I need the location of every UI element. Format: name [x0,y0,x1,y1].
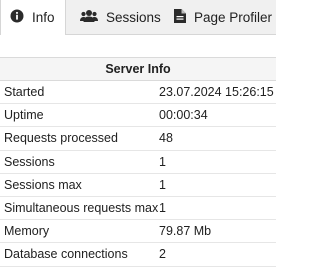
row-value: 1 [159,154,166,169]
row-label: Uptime [4,108,44,123]
table-row: Requests processed 48 [0,127,276,151]
table-row: Simultaneous requests max 1 [0,197,276,221]
table-row: Memory 79.87 Mb [0,220,276,244]
file-icon [174,8,186,26]
row-value: 00:00:34 [159,108,208,123]
tab-info[interactable]: Info [0,0,66,35]
row-label: Database connections [4,247,128,262]
users-icon [80,9,98,26]
row-label: Started [4,85,45,99]
table-row: Started 23.07.2024 15:26:15 [0,81,276,105]
row-value: 1 [159,200,166,215]
row-value: 23.07.2024 15:26:15 [159,85,274,99]
server-info-table: Started 23.07.2024 15:26:15 Uptime 00:00… [0,81,276,267]
tab-sessions[interactable]: Sessions [66,0,162,34]
tab-bar: Info Sessions Page Profiler [0,0,276,35]
row-label: Sessions max [4,177,82,192]
table-row: Sessions max 1 [0,174,276,197]
tab-sessions-label: Sessions [106,9,161,25]
tab-page-profiler-label: Page Profiler [194,9,273,25]
row-value: 48 [159,131,173,146]
row-value: 2 [159,247,166,262]
table-row: Sessions 1 [0,151,276,174]
table-row: Database connections 2 [0,243,276,267]
row-label: Simultaneous requests max [4,200,159,215]
row-value: 1 [159,177,166,192]
row-label: Sessions [4,154,55,169]
row-label: Memory [4,224,50,239]
info-circle-icon [10,9,24,26]
tab-page-profiler[interactable]: Page Profiler [162,0,276,34]
panel-title: Server Info [0,57,276,81]
tab-info-label: Info [32,10,55,25]
row-value: 79.87 Mb [159,224,212,239]
table-row: Uptime 00:00:34 [0,104,276,128]
row-label: Requests processed [4,131,118,146]
